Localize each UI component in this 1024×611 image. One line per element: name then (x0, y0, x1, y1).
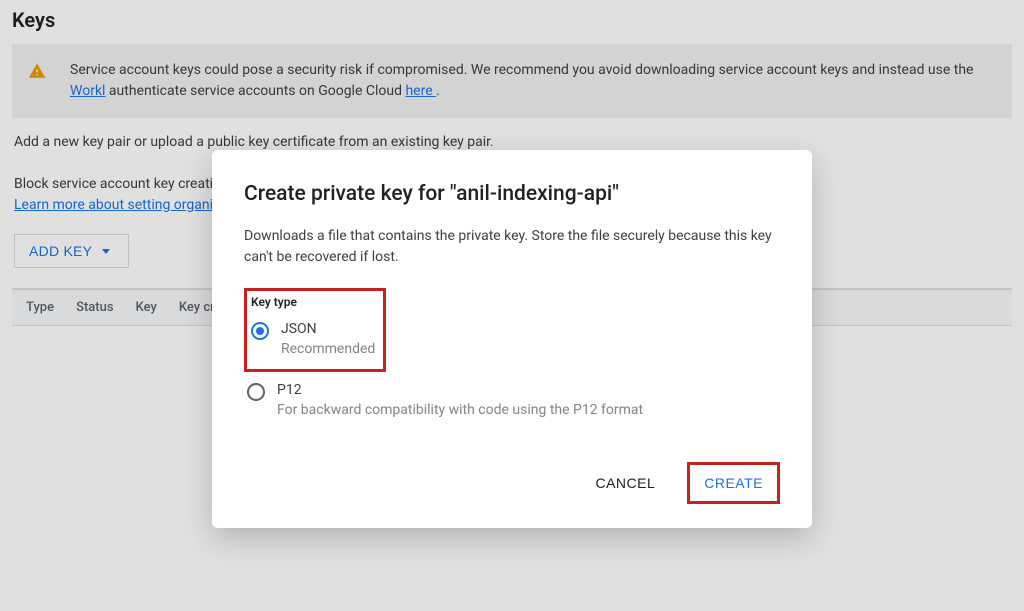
highlight-box-create: CREATE (687, 462, 780, 504)
radio-json-label: JSON (281, 321, 375, 337)
modal-scrim[interactable]: Create private key for "anil-indexing-ap… (0, 0, 1024, 611)
key-type-label: Key type (251, 295, 375, 309)
radio-json-sub: Recommended (281, 341, 375, 357)
create-private-key-dialog: Create private key for "anil-indexing-ap… (212, 150, 812, 528)
dialog-description: Downloads a file that contains the priva… (244, 226, 780, 268)
key-type-group: Key type JSON Recommended P12 For backwa… (244, 288, 780, 422)
cancel-button[interactable]: CANCEL (583, 467, 667, 499)
radio-p12-label: P12 (277, 382, 643, 398)
create-button[interactable]: CREATE (692, 467, 775, 499)
radio-json[interactable]: JSON Recommended (251, 317, 375, 361)
radio-p12-sub: For backward compatibility with code usi… (277, 402, 643, 418)
dialog-actions: CANCEL CREATE (244, 462, 780, 504)
highlight-box-json: Key type JSON Recommended (244, 288, 386, 372)
radio-p12-input[interactable] (247, 383, 265, 401)
radio-json-input[interactable] (251, 322, 269, 340)
radio-p12[interactable]: P12 For backward compatibility with code… (244, 378, 780, 422)
dialog-title: Create private key for "anil-indexing-ap… (244, 182, 780, 206)
